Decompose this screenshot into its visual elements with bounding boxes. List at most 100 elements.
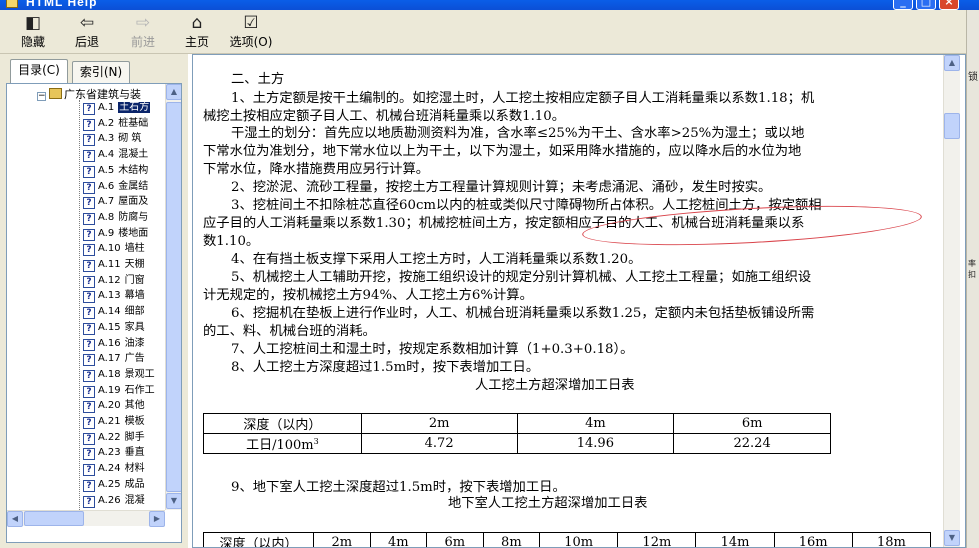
tree-item[interactable]: ? A.12 门窗 (83, 273, 145, 288)
tree-item[interactable]: ? A.14 细部 (83, 304, 145, 320)
tree-item-code: A.12 (98, 274, 121, 286)
topic-document: 二、土方 1、土方定额是按干土编制的。如挖湿土时，人工挖土按相应定额子目人工消耗… (193, 55, 943, 547)
tree-item[interactable]: ? A.6 金属结 (83, 179, 148, 194)
tree-item-code: A.15 (98, 321, 121, 333)
scroll-up-icon[interactable]: ▲ (944, 55, 960, 71)
tree-item-label: 混凝土 (118, 149, 149, 161)
scroll-thumb[interactable] (166, 102, 181, 492)
tree-item-code: A.7 (98, 196, 115, 208)
paragraph-line: 下常水位为准划分，地下常水位以上为干土，以下为湿土，如采用降水措施的，应以降水后… (203, 144, 802, 159)
help-topic-icon: ? (83, 244, 95, 257)
background-window-edge: 锁 率扣 (966, 10, 979, 548)
table-cell: 12m (617, 532, 697, 547)
help-topic-icon: ? (83, 338, 95, 351)
tree-item-code: A.10 (98, 243, 121, 255)
tree-item-label: 石作工 (124, 384, 155, 396)
tree-item[interactable]: ? A.22 脚手 (83, 430, 145, 445)
tree-item-code: A.5 (98, 164, 115, 176)
table-cell: 2m (313, 532, 371, 547)
tree-item[interactable]: ? A.13 幕墙 (83, 288, 145, 304)
help-topic-icon: ? (83, 448, 95, 461)
tree-item[interactable]: ? A.5 木结构 (83, 163, 148, 178)
scroll-right-icon[interactable]: ▶ (149, 511, 165, 527)
tree-item[interactable]: ? A.1 土石方 (83, 100, 151, 115)
help-topic-icon: ? (83, 369, 95, 382)
hide-button[interactable]: ◧ 隐藏 (16, 12, 50, 52)
basement-overdepth-table: 深度（以内） 2m 4m 6m 8m 10m 12m 14m 16m 18m (203, 532, 932, 547)
table-cell: 10m (539, 532, 619, 547)
window-title: HTML Help (26, 0, 98, 9)
tree-item[interactable]: ? A.15 家具 (83, 320, 145, 335)
tree-item-label: 屋面及 (118, 196, 149, 208)
tree-item[interactable]: ? A.23 垂直 (83, 445, 145, 461)
tree-item[interactable]: ? A.24 材料 (83, 461, 145, 477)
scroll-down-icon[interactable]: ▼ (166, 493, 181, 509)
tree-item[interactable]: ? A.19 石作工 (83, 383, 155, 398)
table-row: 深度（以内） 2m 4m 6m 8m 10m 12m 14m 16m 18m (203, 532, 932, 547)
scroll-left-icon[interactable]: ◀ (7, 511, 23, 527)
toolbar: ◧ 隐藏 ⇦ 后退 ⇨ 前进 ⌂ 主页 ☑ 选项(O) (0, 10, 966, 54)
paragraph-line: 2、挖淤泥、流砂工程量，按挖土方工程量计算规则计算；未考虑涌泥、涌砂，发生时按实… (231, 180, 772, 195)
tree-item[interactable]: ? A.16 油漆 (83, 336, 145, 351)
tree-item[interactable]: ? A.8 防腐与 (83, 210, 148, 225)
help-topic-icon: ? (83, 307, 95, 320)
help-topic-icon: ? (83, 181, 95, 194)
tree-vertical-scrollbar[interactable]: ▲ ▼ (165, 84, 181, 510)
scroll-thumb[interactable] (944, 113, 960, 139)
tree-item[interactable]: ? A.11 天棚 (83, 257, 145, 272)
tab-index[interactable]: 索引(N) (72, 61, 130, 83)
scroll-thumb[interactable] (24, 511, 84, 526)
tree-item-code: A.22 (98, 431, 121, 443)
tree-item[interactable]: ? A.25 成品 (83, 477, 145, 492)
tree-item[interactable]: ? A.2 桩基础 (83, 116, 148, 131)
tree-item-code: A.24 (98, 463, 121, 475)
paragraph-line: 1、土方定额是按干土编制的。如挖湿土时，人工挖土按相应定额子目人工消耗量乘以系数… (231, 91, 815, 106)
tree-item-code: A.3 (98, 133, 115, 145)
tree-item[interactable]: ? A.9 楼地面 (83, 226, 148, 241)
tree-item-label: 材料 (124, 463, 145, 475)
help-topic-icon: ? (83, 228, 95, 241)
tree-item[interactable]: ? A.18 景观工 (83, 367, 155, 382)
tree-item[interactable]: ? A.7 屋面及 (83, 194, 149, 210)
options-button[interactable]: ☑ 选项(O) (226, 12, 276, 52)
minimize-button[interactable]: _ (893, 0, 913, 10)
contents-tree: − 广东省建筑与装 ? A.1 土石方? A.2 桩基础? A.3 砌 筑? A.4 混凝土? A.… (7, 84, 165, 510)
forward-button[interactable]: ⇨ 前进 (126, 12, 160, 52)
tree-item-label: 楼地面 (118, 227, 149, 239)
tab-contents[interactable]: 目录(C) (10, 59, 68, 83)
close-button[interactable]: × (939, 0, 959, 10)
back-button[interactable]: ⇦ 后退 (70, 12, 104, 52)
options-icon: ☑ (243, 13, 259, 33)
tree-item-code: A.25 (98, 478, 121, 490)
tree-item-code: A.13 (98, 290, 121, 302)
tree-item-label: 天棚 (124, 259, 145, 270)
tree-item[interactable]: ? A.26 混凝 (83, 493, 145, 508)
tree-item[interactable]: ? A.17 广告 (83, 351, 145, 367)
tree-item-label: 墙柱 (124, 243, 145, 255)
tree-item-label: 模板 (124, 416, 145, 427)
help-topic-icon: ? (83, 103, 95, 115)
tree-item-label: 桩基础 (118, 117, 149, 129)
help-topic-icon: ? (83, 212, 95, 225)
tree-item[interactable]: ? A.20 其他 (83, 398, 145, 414)
tree-item-label: 幕墙 (124, 290, 145, 302)
collapse-icon[interactable]: − (37, 92, 46, 101)
tree-item-code: A.19 (98, 384, 121, 396)
tree-item-label: 脚手 (124, 431, 145, 443)
tree-item[interactable]: ? A.4 混凝土 (83, 147, 149, 163)
table-cell: 14m (695, 532, 775, 547)
home-button[interactable]: ⌂ 主页 (180, 12, 214, 52)
content-vertical-scrollbar[interactable]: ▲ ▼ (943, 55, 960, 547)
help-topic-icon: ? (83, 260, 95, 272)
scroll-up-icon[interactable]: ▲ (166, 84, 181, 100)
tree-horizontal-scrollbar[interactable]: ◀ ▶ (7, 510, 165, 527)
maximize-button[interactable]: □ (916, 0, 936, 10)
tree-item-code: A.23 (98, 447, 121, 459)
scroll-down-icon[interactable]: ▼ (944, 530, 960, 546)
tree-item-code: A.26 (98, 494, 121, 506)
tree-item[interactable]: ? A.3 砌 筑 (83, 131, 141, 147)
table-cell: 8m (482, 532, 541, 547)
tree-item[interactable]: ? A.21 模板 (83, 414, 145, 429)
tree-item-label: 家具 (124, 321, 145, 333)
tree-item[interactable]: ? A.10 墙柱 (83, 241, 145, 257)
